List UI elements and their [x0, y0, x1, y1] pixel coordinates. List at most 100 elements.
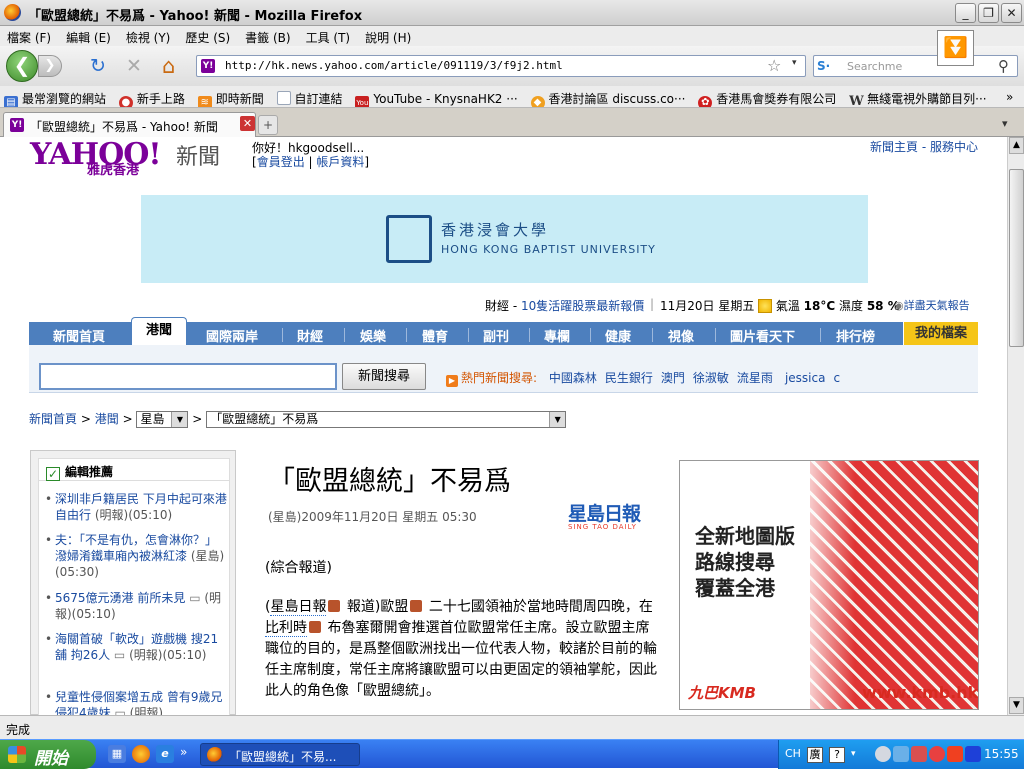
hot-term-link[interactable]: jessica	[785, 371, 826, 385]
nav-photos[interactable]: 圖片看天下	[730, 326, 795, 345]
tray-expand-icon[interactable]	[875, 746, 891, 762]
singtao-logo[interactable]: 星島日報 SING TAO DAILY	[568, 499, 656, 531]
new-tab-button[interactable]: +	[258, 115, 278, 135]
stock-quotes-link[interactable]: 10隻活躍股票最新報價	[521, 299, 644, 313]
news-search-input[interactable]	[39, 363, 337, 390]
news-section-title: 新聞	[176, 145, 221, 170]
scroll-down-button[interactable]: ▼	[1009, 697, 1024, 714]
nav-sports[interactable]: 體育	[422, 326, 448, 345]
hot-term-link[interactable]: 民生銀行	[605, 371, 653, 385]
logout-link[interactable]: 會員登出	[257, 155, 305, 169]
article-select[interactable]: 「歐盟總統」不易爲 ▼	[206, 411, 567, 428]
hot-term-link[interactable]: 流星雨	[737, 371, 773, 385]
hot-term-link[interactable]: 澳門	[661, 371, 685, 385]
nav-news-home[interactable]: 新聞首頁	[53, 326, 105, 345]
forward-button[interactable]: ❯	[38, 55, 62, 77]
media-player-icon[interactable]	[965, 746, 981, 762]
security-icon[interactable]	[911, 746, 927, 762]
close-tab-icon[interactable]: ✕	[240, 116, 255, 131]
crumb-news-home[interactable]: 新聞首頁	[29, 412, 77, 426]
search-input[interactable]: Searchme	[847, 60, 902, 73]
menu-bookmarks[interactable]: 書籤 (B)	[238, 26, 298, 46]
start-button[interactable]: 開始	[0, 740, 96, 769]
my-file-button[interactable]: 我的檔案	[904, 322, 978, 345]
nav-finance[interactable]: 財經	[297, 326, 323, 345]
language-indicator[interactable]: CH	[785, 746, 801, 762]
nav-ranking[interactable]: 排行榜	[836, 326, 875, 345]
vertical-scrollbar[interactable]: ▲ ▼	[1007, 137, 1024, 715]
hkbu-banner-ad[interactable]: 香港浸會大學 HONG KONG BAPTIST UNIVERSITY	[141, 195, 868, 283]
nav-hk-news-active[interactable]: 港聞	[131, 317, 187, 345]
url-history-dropdown[interactable]: ▾	[792, 58, 797, 68]
tab-article[interactable]: Y! 「歐盟總統」不易爲 - Yahoo! 新聞 ✕	[3, 112, 256, 137]
nav-health[interactable]: 健康	[605, 326, 631, 345]
close-window-button[interactable]: ✕	[1001, 3, 1022, 23]
bookmark-getting-started[interactable]: ● 新手上路	[115, 86, 190, 107]
ime-indicator[interactable]: 廣	[807, 747, 823, 763]
address-bar[interactable]: Y! http://hk.news.yahoo.com/article/0911…	[196, 55, 806, 77]
antivirus-icon[interactable]	[929, 746, 945, 762]
window-titlebar[interactable]: 「歐盟總統」不易爲 - Yahoo! 新聞 - Mozilla Firefox …	[0, 0, 1024, 26]
menu-view[interactable]: 檢視 (Y)	[119, 26, 179, 46]
quicklaunch-overflow[interactable]: »	[180, 745, 187, 759]
menu-help[interactable]: 說明 (H)	[358, 26, 419, 46]
keyword-link[interactable]: 比利時	[265, 620, 307, 637]
bookmark-discuss[interactable]: ◆ 香港討論區 discuss.co···	[527, 86, 691, 107]
url-text[interactable]: http://hk.news.yahoo.com/article/091119/…	[225, 59, 563, 72]
source-select[interactable]: 星島 ▼	[136, 411, 189, 428]
scroll-up-button[interactable]: ▲	[1009, 137, 1024, 154]
list-item[interactable]: • 海關首破「軟改」遊戲機 搜21舖 拘26人 ▭ (明報)(05:10)	[45, 631, 227, 663]
reload-icon[interactable]: ↻	[90, 56, 106, 76]
bookmark-latest-news[interactable]: ≋ 即時新聞	[194, 86, 269, 107]
minimize-button[interactable]: _	[955, 3, 976, 23]
search-icon[interactable]: ⚲	[998, 57, 1009, 75]
bookmark-youtube[interactable]: You YouTube - KnysnaHK2 ···	[351, 88, 522, 107]
stop-icon[interactable]: ✕	[126, 56, 142, 76]
app-tray-icon[interactable]	[947, 746, 963, 762]
search-box[interactable]: S· Searchme ⚲	[813, 55, 1018, 77]
search-engine-selector[interactable]: S·	[817, 59, 841, 74]
crumb-hk-news[interactable]: 港聞	[95, 412, 119, 426]
kmb-ad[interactable]: 全新地圖版 路線搜尋 覆蓋全港 九巴KMB www.kmb.hk	[679, 460, 979, 710]
keyword-link[interactable]: 星島日報	[270, 599, 327, 616]
list-item[interactable]: • 夫：「不是有仇，怎會淋你？」潑婦淆鐵車廂內被淋紅漆 (星島)(05:30)	[45, 532, 227, 580]
show-desktop-icon[interactable]: ▦	[108, 745, 126, 763]
network-icon[interactable]	[893, 746, 909, 762]
taskbar-firefox-window[interactable]: 「歐盟總統」不易...	[200, 743, 360, 766]
list-item[interactable]: • 深圳非戶籍居民 下月中起可來港自由行 (明報)(05:10)	[45, 491, 227, 523]
weather-report-link[interactable]: 詳盡天氣報告	[904, 299, 970, 312]
nav-entertainment[interactable]: 娛樂	[360, 326, 386, 345]
home-icon[interactable]: ⌂	[162, 56, 175, 77]
bookmark-custom-links[interactable]: 自訂連結	[273, 86, 348, 107]
nav-columns[interactable]: 專欄	[544, 326, 570, 345]
bookmark-star-icon[interactable]: ☆	[767, 56, 781, 75]
hot-term-link[interactable]: 徐淑敏	[693, 371, 729, 385]
nav-international[interactable]: 國際兩岸	[206, 326, 258, 345]
top-service-links[interactable]: 新聞主頁 - 服務中心	[870, 138, 978, 155]
menu-history[interactable]: 歷史 (S)	[178, 26, 238, 46]
news-search-button[interactable]: 新聞搜尋	[342, 363, 426, 390]
list-all-tabs-button[interactable]: ▾	[1002, 117, 1008, 130]
list-item[interactable]: • 兒童性侵個案增五成 曾有9歲兄侵犯4歲妹 ▭ (明報)	[45, 689, 227, 715]
back-button[interactable]: ❮	[6, 50, 38, 82]
ie-launch-icon[interactable]: e	[156, 745, 174, 763]
bookmark-hkjc[interactable]: ✿ 香港馬會獎券有限公司	[694, 86, 841, 107]
account-info-link[interactable]: 帳戶資料	[316, 155, 364, 169]
nav-supplement[interactable]: 副刊	[483, 326, 509, 345]
hot-term-link[interactable]: 中國森林	[549, 371, 597, 385]
restore-button[interactable]: ❐	[978, 3, 999, 23]
bookmark-most-visited[interactable]: ▤ 最常瀏覽的網站	[0, 86, 111, 107]
menu-file[interactable]: 檔案 (F)	[0, 26, 59, 46]
bookmarks-overflow-button[interactable]: »	[1006, 90, 1013, 104]
menu-edit[interactable]: 編輯 (E)	[59, 26, 119, 46]
firefox-launch-icon[interactable]	[132, 745, 150, 763]
scrollbar-thumb[interactable]	[1009, 169, 1024, 347]
menu-tools[interactable]: 工具 (T)	[299, 26, 359, 46]
nav-video[interactable]: 視像	[668, 326, 694, 345]
hot-term-link[interactable]: c	[833, 371, 840, 385]
ime-help-icon[interactable]: ?	[829, 747, 845, 763]
tray-arrow-icon[interactable]: ▾	[851, 746, 856, 762]
list-item[interactable]: • 5675億元湧港 前所未見 ▭ (明報)(05:10)	[45, 590, 227, 622]
bookmark-tvb-list[interactable]: W 無綫電視外購節目列···	[845, 86, 991, 107]
download-helper-icon[interactable]: ⏬	[937, 30, 974, 66]
